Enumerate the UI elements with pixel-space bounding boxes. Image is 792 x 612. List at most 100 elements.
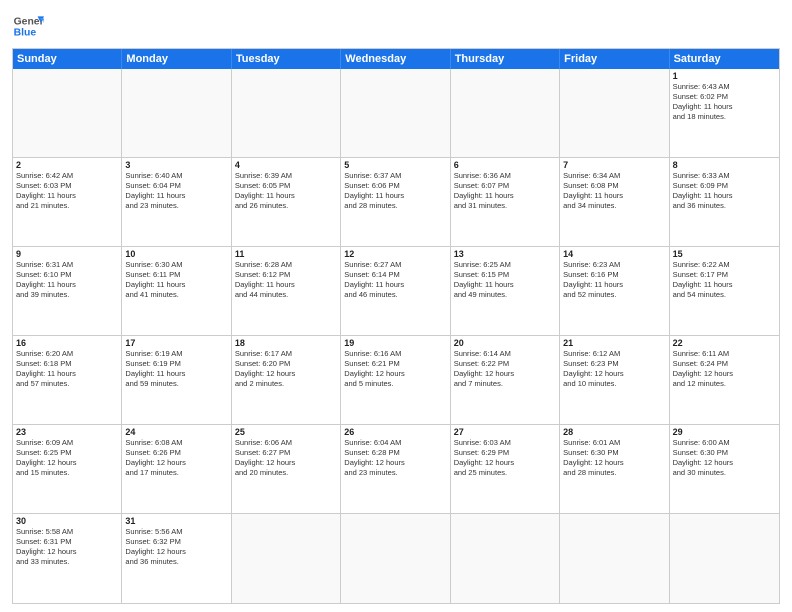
day-number: 5 [344,160,446,170]
day-number: 22 [673,338,776,348]
day-number: 27 [454,427,556,437]
day-info: Sunrise: 6:03 AM Sunset: 6:29 PM Dayligh… [454,438,556,479]
calendar-day-cell: 4Sunrise: 6:39 AM Sunset: 6:05 PM Daylig… [232,158,341,246]
day-info: Sunrise: 6:28 AM Sunset: 6:12 PM Dayligh… [235,260,337,301]
day-number: 14 [563,249,665,259]
weekday-header: Wednesday [341,49,450,69]
calendar-day-cell: 20Sunrise: 6:14 AM Sunset: 6:22 PM Dayli… [451,336,560,424]
calendar-row: 2Sunrise: 6:42 AM Sunset: 6:03 PM Daylig… [13,158,779,247]
calendar-empty-cell [122,69,231,157]
day-info: Sunrise: 6:43 AM Sunset: 6:02 PM Dayligh… [673,82,776,123]
day-info: Sunrise: 6:14 AM Sunset: 6:22 PM Dayligh… [454,349,556,390]
day-number: 19 [344,338,446,348]
calendar-day-cell: 11Sunrise: 6:28 AM Sunset: 6:12 PM Dayli… [232,247,341,335]
day-info: Sunrise: 6:37 AM Sunset: 6:06 PM Dayligh… [344,171,446,212]
calendar-empty-cell [451,69,560,157]
day-info: Sunrise: 6:00 AM Sunset: 6:30 PM Dayligh… [673,438,776,479]
day-info: Sunrise: 6:04 AM Sunset: 6:28 PM Dayligh… [344,438,446,479]
calendar-body: 1Sunrise: 6:43 AM Sunset: 6:02 PM Daylig… [13,69,779,603]
day-number: 25 [235,427,337,437]
calendar-day-cell: 24Sunrise: 6:08 AM Sunset: 6:26 PM Dayli… [122,425,231,513]
calendar-day-cell: 7Sunrise: 6:34 AM Sunset: 6:08 PM Daylig… [560,158,669,246]
day-number: 30 [16,516,118,526]
calendar-day-cell: 5Sunrise: 6:37 AM Sunset: 6:06 PM Daylig… [341,158,450,246]
day-number: 13 [454,249,556,259]
calendar-day-cell: 3Sunrise: 6:40 AM Sunset: 6:04 PM Daylig… [122,158,231,246]
day-info: Sunrise: 6:19 AM Sunset: 6:19 PM Dayligh… [125,349,227,390]
day-info: Sunrise: 6:22 AM Sunset: 6:17 PM Dayligh… [673,260,776,301]
day-info: Sunrise: 6:40 AM Sunset: 6:04 PM Dayligh… [125,171,227,212]
day-number: 18 [235,338,337,348]
day-info: Sunrise: 5:56 AM Sunset: 6:32 PM Dayligh… [125,527,227,568]
calendar-empty-cell [670,514,779,603]
calendar-day-cell: 10Sunrise: 6:30 AM Sunset: 6:11 PM Dayli… [122,247,231,335]
day-info: Sunrise: 6:25 AM Sunset: 6:15 PM Dayligh… [454,260,556,301]
day-info: Sunrise: 6:20 AM Sunset: 6:18 PM Dayligh… [16,349,118,390]
calendar-empty-cell [232,69,341,157]
calendar-day-cell: 1Sunrise: 6:43 AM Sunset: 6:02 PM Daylig… [670,69,779,157]
calendar-day-cell: 15Sunrise: 6:22 AM Sunset: 6:17 PM Dayli… [670,247,779,335]
calendar-day-cell: 29Sunrise: 6:00 AM Sunset: 6:30 PM Dayli… [670,425,779,513]
calendar: SundayMondayTuesdayWednesdayThursdayFrid… [12,48,780,604]
calendar-day-cell: 17Sunrise: 6:19 AM Sunset: 6:19 PM Dayli… [122,336,231,424]
calendar-day-cell: 26Sunrise: 6:04 AM Sunset: 6:28 PM Dayli… [341,425,450,513]
calendar-day-cell: 12Sunrise: 6:27 AM Sunset: 6:14 PM Dayli… [341,247,450,335]
day-number: 16 [16,338,118,348]
day-number: 31 [125,516,227,526]
calendar-day-cell: 25Sunrise: 6:06 AM Sunset: 6:27 PM Dayli… [232,425,341,513]
day-info: Sunrise: 6:23 AM Sunset: 6:16 PM Dayligh… [563,260,665,301]
day-number: 9 [16,249,118,259]
day-info: Sunrise: 6:30 AM Sunset: 6:11 PM Dayligh… [125,260,227,301]
calendar-day-cell: 21Sunrise: 6:12 AM Sunset: 6:23 PM Dayli… [560,336,669,424]
day-number: 11 [235,249,337,259]
calendar-row: 1Sunrise: 6:43 AM Sunset: 6:02 PM Daylig… [13,69,779,158]
day-info: Sunrise: 5:58 AM Sunset: 6:31 PM Dayligh… [16,527,118,568]
day-number: 6 [454,160,556,170]
calendar-empty-cell [341,514,450,603]
day-info: Sunrise: 6:42 AM Sunset: 6:03 PM Dayligh… [16,171,118,212]
day-info: Sunrise: 6:34 AM Sunset: 6:08 PM Dayligh… [563,171,665,212]
day-info: Sunrise: 6:09 AM Sunset: 6:25 PM Dayligh… [16,438,118,479]
calendar-day-cell: 28Sunrise: 6:01 AM Sunset: 6:30 PM Dayli… [560,425,669,513]
day-number: 2 [16,160,118,170]
calendar-row: 23Sunrise: 6:09 AM Sunset: 6:25 PM Dayli… [13,425,779,514]
calendar-empty-cell [451,514,560,603]
calendar-row: 30Sunrise: 5:58 AM Sunset: 6:31 PM Dayli… [13,514,779,603]
calendar-day-cell: 2Sunrise: 6:42 AM Sunset: 6:03 PM Daylig… [13,158,122,246]
calendar-header: SundayMondayTuesdayWednesdayThursdayFrid… [13,49,779,69]
calendar-empty-cell [232,514,341,603]
logo: General Blue [12,10,44,42]
weekday-header: Friday [560,49,669,69]
day-number: 4 [235,160,337,170]
weekday-header: Saturday [670,49,779,69]
day-number: 1 [673,71,776,81]
day-info: Sunrise: 6:08 AM Sunset: 6:26 PM Dayligh… [125,438,227,479]
weekday-header: Monday [122,49,231,69]
day-info: Sunrise: 6:27 AM Sunset: 6:14 PM Dayligh… [344,260,446,301]
weekday-header: Sunday [13,49,122,69]
calendar-day-cell: 31Sunrise: 5:56 AM Sunset: 6:32 PM Dayli… [122,514,231,603]
calendar-row: 16Sunrise: 6:20 AM Sunset: 6:18 PM Dayli… [13,336,779,425]
day-info: Sunrise: 6:01 AM Sunset: 6:30 PM Dayligh… [563,438,665,479]
day-number: 21 [563,338,665,348]
calendar-row: 9Sunrise: 6:31 AM Sunset: 6:10 PM Daylig… [13,247,779,336]
calendar-day-cell: 9Sunrise: 6:31 AM Sunset: 6:10 PM Daylig… [13,247,122,335]
weekday-header: Tuesday [232,49,341,69]
day-number: 7 [563,160,665,170]
day-info: Sunrise: 6:12 AM Sunset: 6:23 PM Dayligh… [563,349,665,390]
day-number: 20 [454,338,556,348]
calendar-empty-cell [13,69,122,157]
day-number: 24 [125,427,227,437]
day-info: Sunrise: 6:11 AM Sunset: 6:24 PM Dayligh… [673,349,776,390]
page: General Blue SundayMondayTuesdayWednesda… [0,0,792,612]
day-number: 23 [16,427,118,437]
day-number: 17 [125,338,227,348]
calendar-empty-cell [341,69,450,157]
day-info: Sunrise: 6:33 AM Sunset: 6:09 PM Dayligh… [673,171,776,212]
calendar-day-cell: 23Sunrise: 6:09 AM Sunset: 6:25 PM Dayli… [13,425,122,513]
calendar-day-cell: 8Sunrise: 6:33 AM Sunset: 6:09 PM Daylig… [670,158,779,246]
svg-text:Blue: Blue [14,28,37,39]
day-info: Sunrise: 6:06 AM Sunset: 6:27 PM Dayligh… [235,438,337,479]
day-info: Sunrise: 6:36 AM Sunset: 6:07 PM Dayligh… [454,171,556,212]
day-number: 26 [344,427,446,437]
